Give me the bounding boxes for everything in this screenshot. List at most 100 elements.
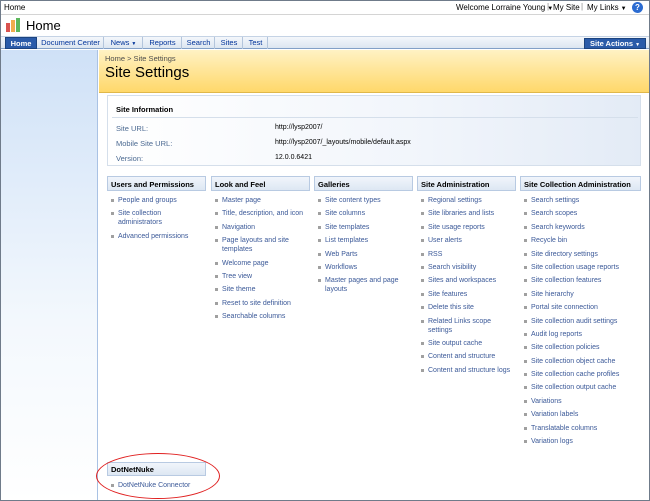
settings-link[interactable]: Site theme <box>215 285 310 294</box>
site-url-value: http://lysp2007/ <box>275 124 323 131</box>
my-links-label: My Links <box>587 3 619 12</box>
settings-link[interactable]: Workflows <box>318 263 413 272</box>
settings-link[interactable]: Site collection administrators <box>111 209 206 227</box>
global-top-bar: Home Welcome Lorraine Young ▼ | My Site |… <box>1 1 649 15</box>
settings-link[interactable]: Recycle bin <box>524 236 641 245</box>
site-information-panel: Site Information Site URL: http://lysp20… <box>107 95 641 166</box>
settings-link[interactable]: Search keywords <box>524 223 641 232</box>
site-logo-icon[interactable] <box>6 18 21 32</box>
chevron-down-icon: ▼ <box>620 6 627 12</box>
top-navigation: Home Document Center News ▼ Reports Searc… <box>1 36 649 49</box>
tab-test[interactable]: Test <box>244 37 268 49</box>
settings-link[interactable]: Content and structure logs <box>421 366 516 375</box>
settings-link[interactable]: Sites and workspaces <box>421 276 516 285</box>
tab-document-center[interactable]: Document Center <box>38 37 104 49</box>
mobile-site-url-label: Mobile Site URL: <box>116 139 173 148</box>
settings-link[interactable]: Navigation <box>215 223 310 232</box>
tab-sites[interactable]: Sites <box>216 37 243 49</box>
settings-link[interactable]: Searchable columns <box>215 312 310 321</box>
section-galleries: Galleries Site content types Site columns… <box>314 176 413 299</box>
section-header: Site Administration <box>417 176 516 191</box>
section-link-list: Master page Title, description, and icon N… <box>211 196 310 321</box>
settings-link[interactable]: User alerts <box>421 236 516 245</box>
site-url-label: Site URL: <box>116 124 149 133</box>
settings-link[interactable]: Welcome page <box>215 259 310 268</box>
settings-link[interactable]: Site columns <box>318 209 413 218</box>
settings-link[interactable]: Site collection cache profiles <box>524 370 641 379</box>
settings-link[interactable]: Site output cache <box>421 339 516 348</box>
separator: | <box>581 2 584 11</box>
settings-link[interactable]: Variation logs <box>524 437 641 446</box>
settings-link[interactable]: Site features <box>421 290 516 299</box>
settings-link[interactable]: Site collection object cache <box>524 357 641 366</box>
site-information-header: Site Information <box>116 105 174 114</box>
settings-link[interactable]: Site templates <box>318 223 413 232</box>
tab-label: Sites <box>220 38 238 47</box>
section-link-list: People and groups Site collection adminis… <box>107 196 206 241</box>
tab-label: Home <box>10 39 32 48</box>
section-header: Users and Permissions <box>107 176 206 191</box>
settings-link[interactable]: Tree view <box>215 272 310 281</box>
version-label: Version: <box>116 154 144 163</box>
section-link-list: Search settings Search scopes Search keywo… <box>520 196 641 446</box>
chevron-down-icon: ▼ <box>131 41 137 47</box>
settings-link[interactable]: Portal site connection <box>524 303 641 312</box>
site-actions-menu[interactable]: Site Actions ▼ <box>584 38 646 49</box>
tab-search[interactable]: Search <box>183 37 215 49</box>
settings-link[interactable]: Audit log reports <box>524 330 641 339</box>
tab-label: Search <box>186 38 211 47</box>
section-header: Look and Feel <box>211 176 310 191</box>
tab-label: Reports <box>149 38 176 47</box>
top-home-link[interactable]: Home <box>4 3 25 12</box>
settings-link[interactable]: Master page <box>215 196 310 205</box>
settings-link[interactable]: Site hierarchy <box>524 290 641 299</box>
my-site-link[interactable]: My Site <box>553 3 580 12</box>
settings-link[interactable]: Site collection policies <box>524 343 641 352</box>
settings-link[interactable]: Site collection audit settings <box>524 317 641 326</box>
section-users-and-permissions: Users and Permissions People and groups S… <box>107 176 206 245</box>
tab-home[interactable]: Home <box>5 37 37 49</box>
settings-link[interactable]: List templates <box>318 236 413 245</box>
section-look-and-feel: Look and Feel Master page Title, descript… <box>211 176 310 326</box>
settings-link[interactable]: People and groups <box>111 196 206 205</box>
settings-link[interactable]: Reset to site definition <box>215 299 310 308</box>
settings-link[interactable]: Site usage reports <box>421 223 516 232</box>
settings-link[interactable]: Search visibility <box>421 263 516 272</box>
app-window: Home Welcome Lorraine Young ▼ | My Site |… <box>0 0 650 501</box>
settings-link[interactable]: Site collection output cache <box>524 383 641 392</box>
settings-link[interactable]: Site directory settings <box>524 250 641 259</box>
welcome-label: Welcome Lorraine Young <box>456 3 546 12</box>
settings-link[interactable]: Site libraries and lists <box>421 209 516 218</box>
settings-link[interactable]: Translatable columns <box>524 424 641 433</box>
version-value: 12.0.0.6421 <box>275 154 312 161</box>
settings-link[interactable]: Web Parts <box>318 250 413 259</box>
settings-link[interactable]: Advanced permissions <box>111 232 206 241</box>
tab-news[interactable]: News ▼ <box>105 37 143 49</box>
settings-link[interactable]: Search settings <box>524 196 641 205</box>
tab-reports[interactable]: Reports <box>144 37 182 49</box>
chevron-down-icon: ▼ <box>635 42 641 48</box>
settings-link[interactable]: Variation labels <box>524 410 641 419</box>
settings-link[interactable]: Regional settings <box>421 196 516 205</box>
settings-link[interactable]: Related Links scope settings <box>421 317 516 335</box>
settings-link[interactable]: RSS <box>421 250 516 259</box>
settings-link[interactable]: Variations <box>524 397 641 406</box>
separator: | <box>547 2 550 11</box>
tab-label: Test <box>248 38 263 47</box>
settings-link[interactable]: Site content types <box>318 196 413 205</box>
section-site-administration: Site Administration Regional settings Sit… <box>417 176 516 379</box>
page-title: Site Settings <box>105 64 190 81</box>
help-icon[interactable]: ? <box>632 2 643 13</box>
site-title[interactable]: Home <box>26 18 61 33</box>
settings-link[interactable]: Site collection features <box>524 276 641 285</box>
settings-link[interactable]: Delete this site <box>421 303 516 312</box>
settings-link[interactable]: Title, description, and icon <box>215 209 310 218</box>
settings-link[interactable]: Master pages and page layouts <box>318 276 413 294</box>
settings-link[interactable]: Content and structure <box>421 352 516 361</box>
settings-link[interactable]: Search scopes <box>524 209 641 218</box>
settings-link[interactable]: Page layouts and site templates <box>215 236 310 254</box>
my-links-menu[interactable]: My Links ▼ <box>587 3 627 12</box>
welcome-menu[interactable]: Welcome Lorraine Young ▼ <box>456 3 553 12</box>
breadcrumb[interactable]: Home > Site Settings <box>105 54 176 63</box>
settings-link[interactable]: Site collection usage reports <box>524 263 641 272</box>
